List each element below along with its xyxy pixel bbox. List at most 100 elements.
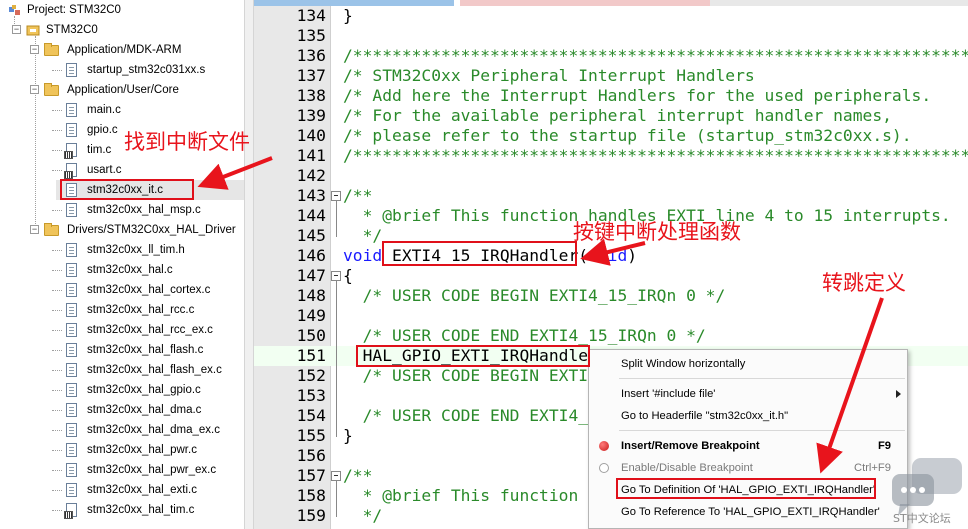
tree-item[interactable]: stm32c0xx_hal_flash.c [0,340,244,360]
tree-item[interactable]: − STM32C0 [0,20,244,40]
line-number: 138 [296,86,326,105]
tree-item[interactable]: − Application/MDK-ARM [0,40,244,60]
code-text: /***************************************… [343,46,968,66]
tree-item[interactable]: stm32c0xx_hal_rcc.c [0,300,244,320]
code-line[interactable]: 135 [254,26,968,46]
code-token: void [343,246,383,265]
code-line[interactable]: 138 /* Add here the Interrupt Handlers fo… [254,86,968,106]
tree-item[interactable]: stm32c0xx_hal_dma.c [0,400,244,420]
tree-item[interactable]: stm32c0xx_hal_rcc_ex.c [0,320,244,340]
tree-item-label: stm32c0xx_hal.c [87,264,173,276]
annotation-jump-definition: 转跳定义 [822,271,906,295]
file-icon [66,443,77,457]
file-icon [66,383,77,397]
collapse-toggle-icon[interactable]: − [30,225,39,234]
tree-item[interactable]: Project: STM32C0 [0,0,244,20]
code-text: /** [343,466,372,486]
fold-toggle-icon[interactable] [331,191,341,201]
tree-item[interactable]: main.c [0,100,244,120]
breakpoint-off-icon [599,463,609,473]
fold-toggle-icon[interactable] [331,471,341,481]
code-line[interactable]: 149 [254,306,968,326]
menu-item[interactable]: Go To Reference To 'HAL_GPIO_EXTI_IRQHan… [589,501,907,523]
tree-item[interactable]: stm32c0xx_hal_flash_ex.c [0,360,244,380]
menu-item[interactable]: Insert/Remove Breakpoint F9 [589,435,907,457]
tree-item[interactable]: stm32c0xx_hal_exti.c [0,480,244,500]
tree-item-label: stm32c0xx_hal_exti.c [87,484,197,496]
code-text: /* USER CODE END EXTI4_15_IRQn 0 */ [343,326,706,346]
code-token: /* USER CODE END EXTI4_15_IRQn 0 */ [343,326,706,345]
tree-item[interactable]: stm32c0xx_hal_pwr.c [0,440,244,460]
code-text: { [343,266,353,286]
folder-icon [44,223,59,236]
menu-separator [619,378,905,379]
annotation-box-irq-handler [382,241,577,266]
tree-item[interactable]: stm32c0xx_hal_tim.c [0,500,244,520]
code-token: /** [343,466,373,485]
file-icon [66,323,77,337]
tree-item-label: stm32c0xx_hal_msp.c [87,204,201,216]
collapse-toggle-icon[interactable]: − [30,45,39,54]
file-icon [66,343,77,357]
annotation-box-go-to-definition [616,478,876,499]
tree-item[interactable]: stm32c0xx_ll_tim.h [0,240,244,260]
line-number: 143 [296,186,326,205]
tree-item-label: usart.c [87,164,122,176]
code-line[interactable]: 146 void EXTI4_15_IRQHandler(void) [254,246,968,266]
menu-item[interactable]: Split Window horizontally [589,353,907,375]
code-line[interactable]: 136 /************************************… [254,46,968,66]
project-tree: Project: STM32C0 − STM32C0− Application/MDK… [0,0,244,529]
code-line[interactable]: 134} [254,6,968,26]
tree-item-label: startup_stm32c031xx.s [87,64,206,76]
tree-item-label: stm32c0xx_hal_dma.c [87,404,202,416]
tree-item[interactable]: − Application/User/Core [0,80,244,100]
menu-item-label: Go to Headerfile "stm32c0xx_it.h" [621,410,789,422]
file-icon [66,63,77,77]
line-number: 156 [296,446,326,465]
code-line[interactable]: 142 [254,166,968,186]
target-icon [26,24,40,36]
code-line[interactable]: 140 /* please refer to the startup file (… [254,126,968,146]
tree-item-label: stm32c0xx_hal_dma_ex.c [87,424,220,436]
menu-item[interactable]: Insert '#include file' [589,383,907,405]
tree-item[interactable]: startup_stm32c031xx.s [0,60,244,80]
code-token: /* please refer to the startup file (sta… [343,126,912,145]
code-line[interactable]: 137 /* STM32C0xx Peripheral Interrupt Han… [254,66,968,86]
line-number: 137 [296,66,326,85]
collapse-toggle-icon[interactable]: − [12,25,21,34]
tree-item-label: stm32c0xx_hal_rcc_ex.c [87,324,213,336]
menu-item[interactable]: Enable/Disable Breakpoint Ctrl+F9 [589,457,907,479]
tree-item[interactable]: stm32c0xx_hal.c [0,260,244,280]
tree-item[interactable]: stm32c0xx_hal_msp.c [0,200,244,220]
file-icon [66,103,77,117]
code-line[interactable]: 143 /** [254,186,968,206]
code-text: } [343,426,353,446]
line-number: 144 [296,206,326,225]
pane-splitter[interactable] [244,0,254,529]
file-icon [66,303,77,317]
code-token: /* USER CODE BEGIN EXTI4_15_IRQn 0 */ [343,286,726,305]
code-line[interactable]: 150 /* USER CODE END EXTI4_15_IRQn 0 */ [254,326,968,346]
tree-item[interactable]: stm32c0xx_hal_gpio.c [0,380,244,400]
tree-item-label: Project: STM32C0 [27,4,121,16]
tree-item[interactable]: stm32c0xx_hal_pwr_ex.c [0,460,244,480]
line-number: 140 [296,126,326,145]
line-number: 158 [296,486,326,505]
tree-item[interactable]: − Drivers/STM32C0xx_HAL_Driver [0,220,244,240]
code-text: */ [343,506,383,526]
code-token: /** [343,186,373,205]
tree-item[interactable]: usart.c [0,160,244,180]
line-number: 152 [296,366,326,385]
menu-item-label: Insert '#include file' [621,388,716,400]
file-c-icon [64,163,77,179]
file-icon [66,363,77,377]
menu-item[interactable]: Go to Headerfile "stm32c0xx_it.h" [589,405,907,427]
code-line[interactable]: 139 /* For the available peripheral inter… [254,106,968,126]
code-line[interactable]: 141 /************************************… [254,146,968,166]
tree-item-label: Application/User/Core [67,84,179,96]
file-icon [66,463,77,477]
fold-toggle-icon[interactable] [331,271,341,281]
tree-item[interactable]: stm32c0xx_hal_cortex.c [0,280,244,300]
collapse-toggle-icon[interactable]: − [30,85,39,94]
tree-item[interactable]: stm32c0xx_hal_dma_ex.c [0,420,244,440]
